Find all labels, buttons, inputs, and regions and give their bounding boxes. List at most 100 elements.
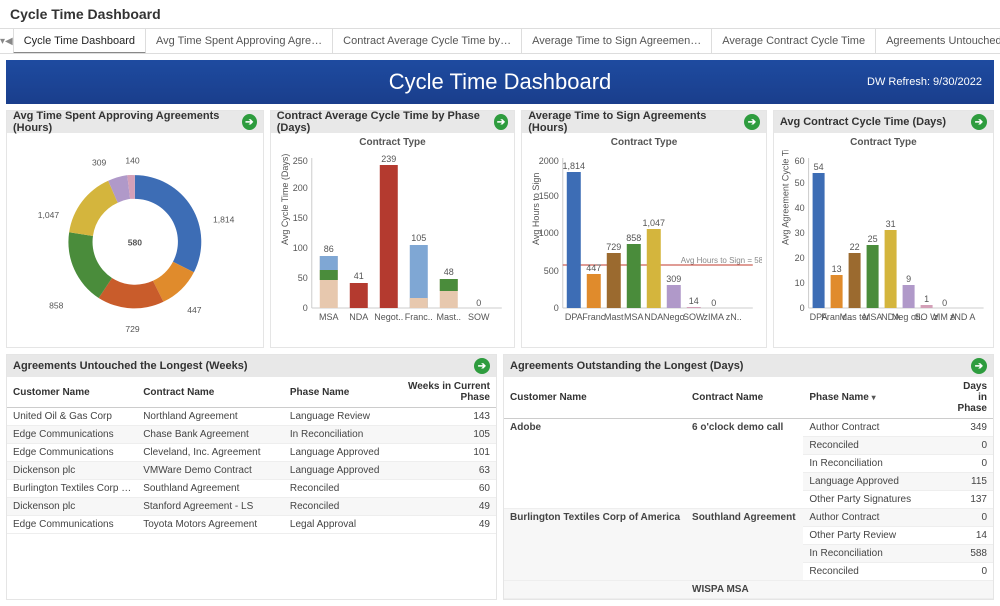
- svg-text:20: 20: [794, 253, 804, 263]
- table-row[interactable]: Burlington Textiles Corp of AmericaSouth…: [504, 509, 993, 527]
- svg-text:Avg Hours to Sign = 580: Avg Hours to Sign = 580: [681, 256, 762, 265]
- dashboard-banner: Cycle Time Dashboard DW Refresh: 9/30/20…: [6, 60, 994, 104]
- svg-text:Avg Agreement Cycle Time (Days: Avg Agreement Cycle Time (Days): [780, 150, 790, 245]
- svg-text:580: 580: [128, 238, 143, 248]
- go-icon[interactable]: ➔: [971, 358, 987, 374]
- col-customer[interactable]: Customer Name: [7, 377, 137, 408]
- go-icon[interactable]: ➔: [744, 114, 760, 130]
- svg-text:31: 31: [885, 219, 895, 229]
- chart-subtitle: Contract Type: [778, 137, 989, 148]
- svg-text:zND A: zND A: [950, 312, 976, 322]
- svg-text:0: 0: [712, 298, 717, 308]
- table-row[interactable]: WISPA MSA: [504, 581, 993, 599]
- chart-subtitle: Contract Type: [526, 137, 762, 148]
- panel-cycle-phase: Contract Average Cycle Time by Phase (Da…: [270, 110, 516, 348]
- col-contract[interactable]: Contract Name: [137, 377, 284, 408]
- svg-text:1,814: 1,814: [563, 161, 586, 171]
- bar-chart-phase: Avg Cycle Time (Days) 0 50 100 150 200 2…: [275, 150, 511, 340]
- svg-text:Mast: Mast: [604, 312, 624, 322]
- svg-text:858: 858: [627, 233, 642, 243]
- go-icon[interactable]: ➔: [474, 358, 490, 374]
- svg-text:40: 40: [794, 203, 804, 213]
- tab-agreements-untouched[interactable]: Agreements Untouched the Lon…: [876, 28, 1000, 54]
- svg-text:SOW: SOW: [468, 312, 490, 322]
- svg-text:Avg Cycle Time (Days): Avg Cycle Time (Days): [279, 154, 289, 245]
- svg-text:1000: 1000: [539, 228, 559, 238]
- svg-text:41: 41: [353, 271, 363, 281]
- tab-contract-avg-cycle[interactable]: Contract Average Cycle Time by…: [333, 28, 522, 54]
- col-customer[interactable]: Customer Name: [504, 377, 686, 419]
- panel-sign-hours: Average Time to Sign Agreements (Hours) …: [521, 110, 767, 348]
- svg-text:1: 1: [924, 294, 929, 304]
- panel-approving-hours: Avg Time Spent Approving Agreements (Hou…: [6, 110, 264, 348]
- svg-text:50: 50: [297, 273, 307, 283]
- svg-text:309: 309: [92, 158, 107, 168]
- svg-text:2000: 2000: [539, 156, 559, 166]
- svg-text:1,047: 1,047: [643, 218, 666, 228]
- go-icon[interactable]: ➔: [971, 114, 987, 130]
- svg-text:150: 150: [292, 213, 307, 223]
- panel-avg-cycle-days: Avg Contract Cycle Time (Days) ➔ Contrac…: [773, 110, 994, 348]
- tab-scroll-left-icon[interactable]: ◀: [5, 36, 13, 47]
- svg-text:105: 105: [411, 233, 426, 243]
- svg-text:729: 729: [125, 324, 140, 334]
- svg-text:zIMA: zIMA: [704, 312, 725, 322]
- svg-text:54: 54: [813, 162, 823, 172]
- svg-text:100: 100: [292, 243, 307, 253]
- svg-text:1,047: 1,047: [38, 210, 60, 220]
- svg-text:140: 140: [125, 156, 140, 166]
- panel-title: Avg Contract Cycle Time (Days): [780, 116, 946, 128]
- panel-title: Avg Time Spent Approving Agreements (Hou…: [13, 110, 242, 134]
- svg-text:729: 729: [607, 242, 622, 252]
- tab-avg-time-sign[interactable]: Average Time to Sign Agreemen…: [522, 28, 712, 54]
- table-row[interactable]: Burlington Textiles Corp …Southland Agre…: [7, 480, 496, 498]
- svg-text:48: 48: [443, 267, 453, 277]
- svg-text:SOW: SOW: [683, 312, 705, 322]
- svg-text:1,814: 1,814: [213, 215, 235, 225]
- svg-text:NDA: NDA: [645, 312, 664, 322]
- svg-text:Negot..: Negot..: [374, 312, 403, 322]
- tab-avg-contract-cycle[interactable]: Average Contract Cycle Time: [712, 28, 876, 54]
- sort-desc-icon[interactable]: ▾: [872, 393, 882, 402]
- tab-strip: ▾ ◀ Cycle Time Dashboard Avg Time Spent …: [0, 28, 1000, 54]
- table-row[interactable]: Edge CommunicationsChase Bank AgreementI…: [7, 426, 496, 444]
- svg-text:DPA: DPA: [565, 312, 583, 322]
- svg-text:Franc: Franc: [583, 312, 607, 322]
- svg-text:14: 14: [689, 296, 699, 306]
- col-weeks[interactable]: Weeks in Current Phase: [401, 377, 496, 408]
- table-row[interactable]: Edge CommunicationsCleveland, Inc. Agree…: [7, 444, 496, 462]
- table-row[interactable]: Dickenson plcVMWare Demo ContractLanguag…: [7, 462, 496, 480]
- panel-untouched: Agreements Untouched the Longest (Weeks)…: [6, 354, 497, 600]
- col-contract[interactable]: Contract Name: [686, 377, 803, 419]
- svg-text:200: 200: [292, 183, 307, 193]
- table-row[interactable]: Dickenson plcStanford Agreement - LSReco…: [7, 498, 496, 516]
- svg-text:Franc..: Franc..: [404, 312, 432, 322]
- table-row[interactable]: Edge CommunicationsToyota Motors Agreeme…: [7, 516, 496, 534]
- tab-avg-time-approving[interactable]: Avg Time Spent Approving Agre…: [146, 28, 333, 54]
- banner-title: Cycle Time Dashboard: [389, 69, 612, 95]
- svg-text:0: 0: [799, 303, 804, 313]
- panel-title: Average Time to Sign Agreements (Hours): [528, 110, 744, 134]
- col-phase[interactable]: Phase Name ▾: [803, 377, 950, 419]
- table-row[interactable]: Adobe6 o'clock demo callAuthor Contract3…: [504, 419, 993, 437]
- page-title: Cycle Time Dashboard: [0, 0, 1000, 28]
- col-phase[interactable]: Phase Name: [284, 377, 401, 408]
- svg-text:0: 0: [302, 303, 307, 313]
- go-icon[interactable]: ➔: [242, 114, 257, 130]
- svg-text:0: 0: [476, 298, 481, 308]
- table-outstanding: Customer Name Contract Name Phase Name ▾…: [504, 377, 993, 599]
- go-icon[interactable]: ➔: [494, 114, 508, 130]
- col-days[interactable]: Days in Phase: [950, 377, 993, 419]
- svg-text:447: 447: [187, 305, 202, 315]
- svg-text:239: 239: [381, 154, 396, 164]
- banner-refresh: DW Refresh: 9/30/2022: [867, 76, 982, 88]
- bar-chart-cycle: Avg Agreement Cycle Time (Days) 0 10 20 …: [778, 150, 989, 340]
- svg-text:MSA: MSA: [624, 312, 644, 322]
- svg-text:309: 309: [667, 274, 682, 284]
- panel-title: Agreements Untouched the Longest (Weeks): [13, 360, 248, 372]
- svg-text:50: 50: [794, 178, 804, 188]
- bar-chart-sign: Avg Hours to Sign 0 500 1000 1500 2000 A…: [526, 150, 762, 340]
- svg-text:NDA: NDA: [349, 312, 368, 322]
- tab-cycle-time-dashboard[interactable]: Cycle Time Dashboard: [13, 28, 146, 54]
- table-row[interactable]: United Oil & Gas CorpNorthland Agreement…: [7, 408, 496, 426]
